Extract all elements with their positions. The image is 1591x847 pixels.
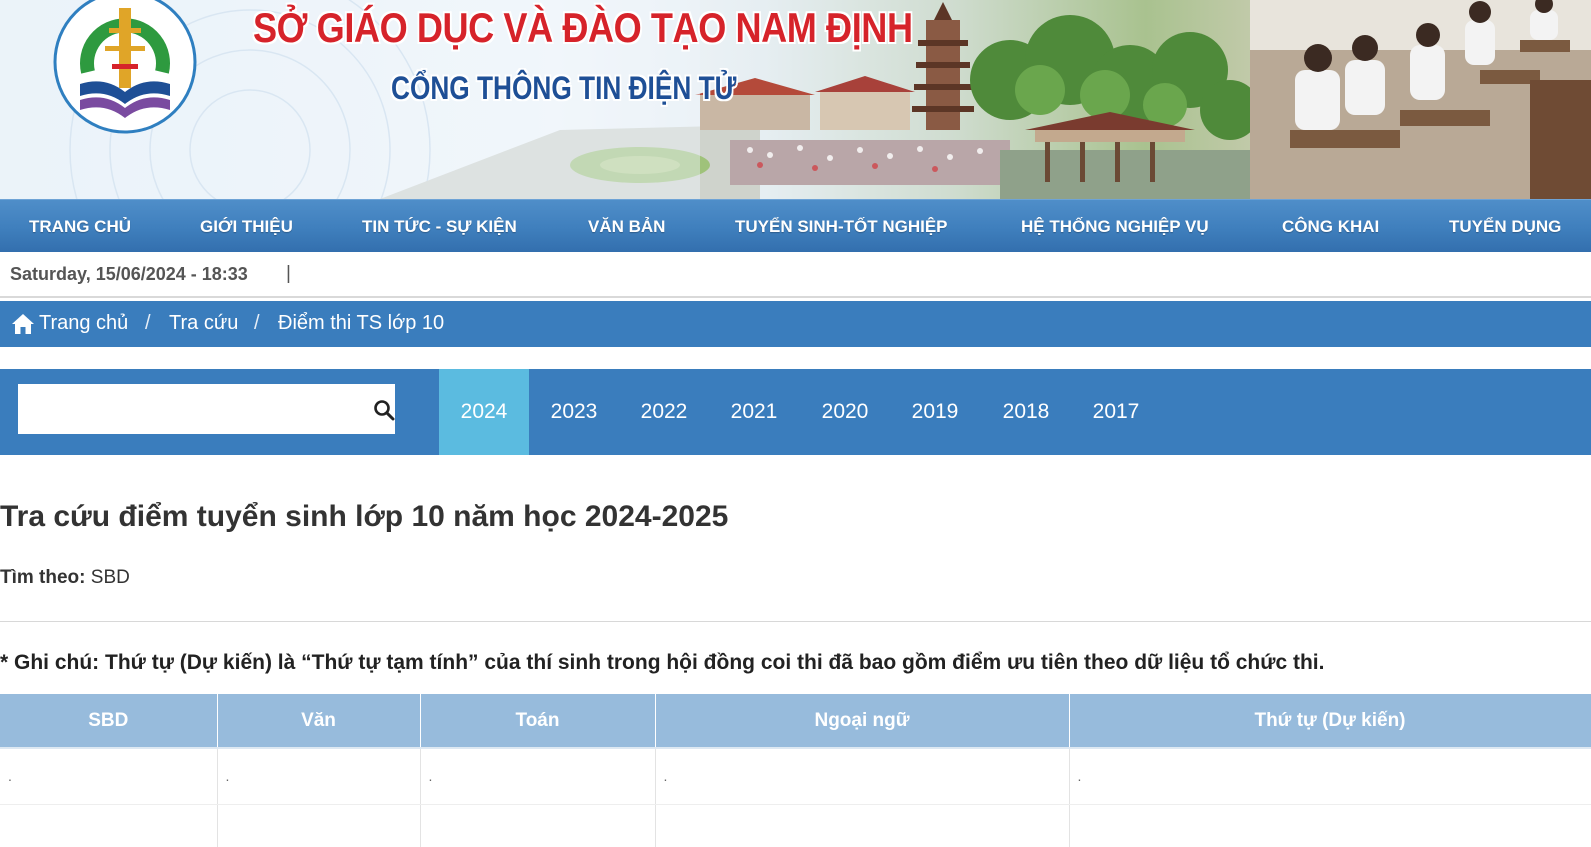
- column-header-thu-tu: Thứ tự (Dự kiến): [1069, 694, 1591, 749]
- filter-value: SBD: [90, 567, 130, 588]
- search-year-bar: 2024 2023 2022 2021 2020 2019 2018 2017: [0, 369, 1591, 455]
- table-cell: .: [1069, 748, 1591, 805]
- breadcrumb-separator: /: [145, 312, 151, 334]
- year-tab-2019[interactable]: 2019: [890, 369, 980, 455]
- date-bar: Saturday, 15/06/2024 - 18:33 |: [0, 252, 1591, 298]
- search-box: [18, 384, 395, 434]
- nav-item-van-ban[interactable]: VĂN BẢN: [588, 200, 665, 253]
- year-tab-2018[interactable]: 2018: [981, 369, 1071, 455]
- table-cell: .: [655, 748, 1070, 805]
- column-header-toan: Toán: [420, 694, 656, 749]
- table-row: . . . . .: [0, 748, 1591, 805]
- site-subtitle: CỔNG THÔNG TIN ĐIỆN TỬ: [391, 70, 737, 106]
- nav-item-tin-tuc-su-kien[interactable]: TIN TỨC - SỰ KIỆN: [362, 200, 517, 253]
- search-icon[interactable]: [373, 399, 395, 421]
- year-tab-2020[interactable]: 2020: [800, 369, 890, 455]
- nav-item-tuyen-sinh-tot-nghiep[interactable]: TUYỂN SINH-TỐT NGHIỆP: [735, 200, 948, 253]
- year-tab-2021[interactable]: 2021: [709, 369, 799, 455]
- filter-label: Tìm theo:: [0, 567, 86, 588]
- main-nav: TRANG CHỦ GIỚI THIỆU TIN TỨC - SỰ KIỆN V…: [0, 199, 1591, 252]
- nav-item-gioi-thieu[interactable]: GIỚI THIỆU: [200, 200, 293, 253]
- table-cell: .: [0, 748, 218, 805]
- page-title: Tra cứu điểm tuyển sinh lớp 10 năm học 2…: [0, 500, 729, 533]
- year-tab-2017[interactable]: 2017: [1071, 369, 1161, 455]
- nav-item-he-thong-nghiep-vu[interactable]: HỆ THỐNG NGHIỆP VỤ: [1021, 200, 1209, 253]
- breadcrumb-item-tra-cuu[interactable]: Tra cứu: [169, 312, 238, 335]
- year-tab-2022[interactable]: 2022: [619, 369, 709, 455]
- breadcrumb-separator: /: [254, 312, 260, 334]
- nav-item-tuyen-dung[interactable]: TUYỂN DỤNG: [1449, 200, 1561, 253]
- table-cell: .: [420, 748, 656, 805]
- note-text: * Ghi chú: Thứ tự (Dự kiến) là “Thứ tự t…: [0, 651, 1325, 674]
- table-cell: [1069, 804, 1591, 847]
- table-row: [0, 804, 1591, 847]
- column-header-van: Văn: [217, 694, 421, 749]
- table-header-row: SBD Văn Toán Ngoại ngữ Thứ tự (Dự kiến): [0, 694, 1591, 749]
- column-header-sbd: SBD: [0, 694, 218, 749]
- breadcrumb-item-home[interactable]: Trang chủ: [39, 312, 128, 335]
- table-cell: [217, 804, 421, 847]
- table-cell: [0, 804, 218, 847]
- date-separator: |: [286, 263, 291, 284]
- breadcrumb-item-current: Điểm thi TS lớp 10: [278, 312, 445, 334]
- results-table: SBD Văn Toán Ngoại ngữ Thứ tự (Dự kiến) …: [0, 694, 1591, 847]
- logo-icon: [53, 0, 197, 134]
- breadcrumb: Trang chủ / Tra cứu / Điểm thi TS lớp 10: [0, 301, 1591, 347]
- header-banner: SỞ GIÁO DỤC VÀ ĐÀO TẠO NAM ĐỊNH CỔNG THÔ…: [0, 0, 1591, 199]
- home-icon[interactable]: [11, 313, 35, 335]
- table-cell: [655, 804, 1070, 847]
- nav-item-trang-chu[interactable]: TRANG CHỦ: [29, 200, 131, 253]
- year-tab-2024[interactable]: 2024: [439, 369, 529, 455]
- table-cell: .: [217, 748, 421, 805]
- column-header-ngoai-ngu: Ngoại ngữ: [655, 694, 1070, 749]
- site-title: SỞ GIÁO DỤC VÀ ĐÀO TẠO NAM ĐỊNH: [253, 4, 913, 51]
- search-filter: Tìm theo: SBD: [0, 567, 130, 589]
- table-cell: [420, 804, 656, 847]
- divider: [0, 621, 1591, 622]
- year-tab-2023[interactable]: 2023: [529, 369, 619, 455]
- search-input[interactable]: [18, 384, 338, 434]
- nav-item-cong-khai[interactable]: CÔNG KHAI: [1282, 200, 1379, 253]
- current-datetime: Saturday, 15/06/2024 - 18:33: [10, 264, 248, 284]
